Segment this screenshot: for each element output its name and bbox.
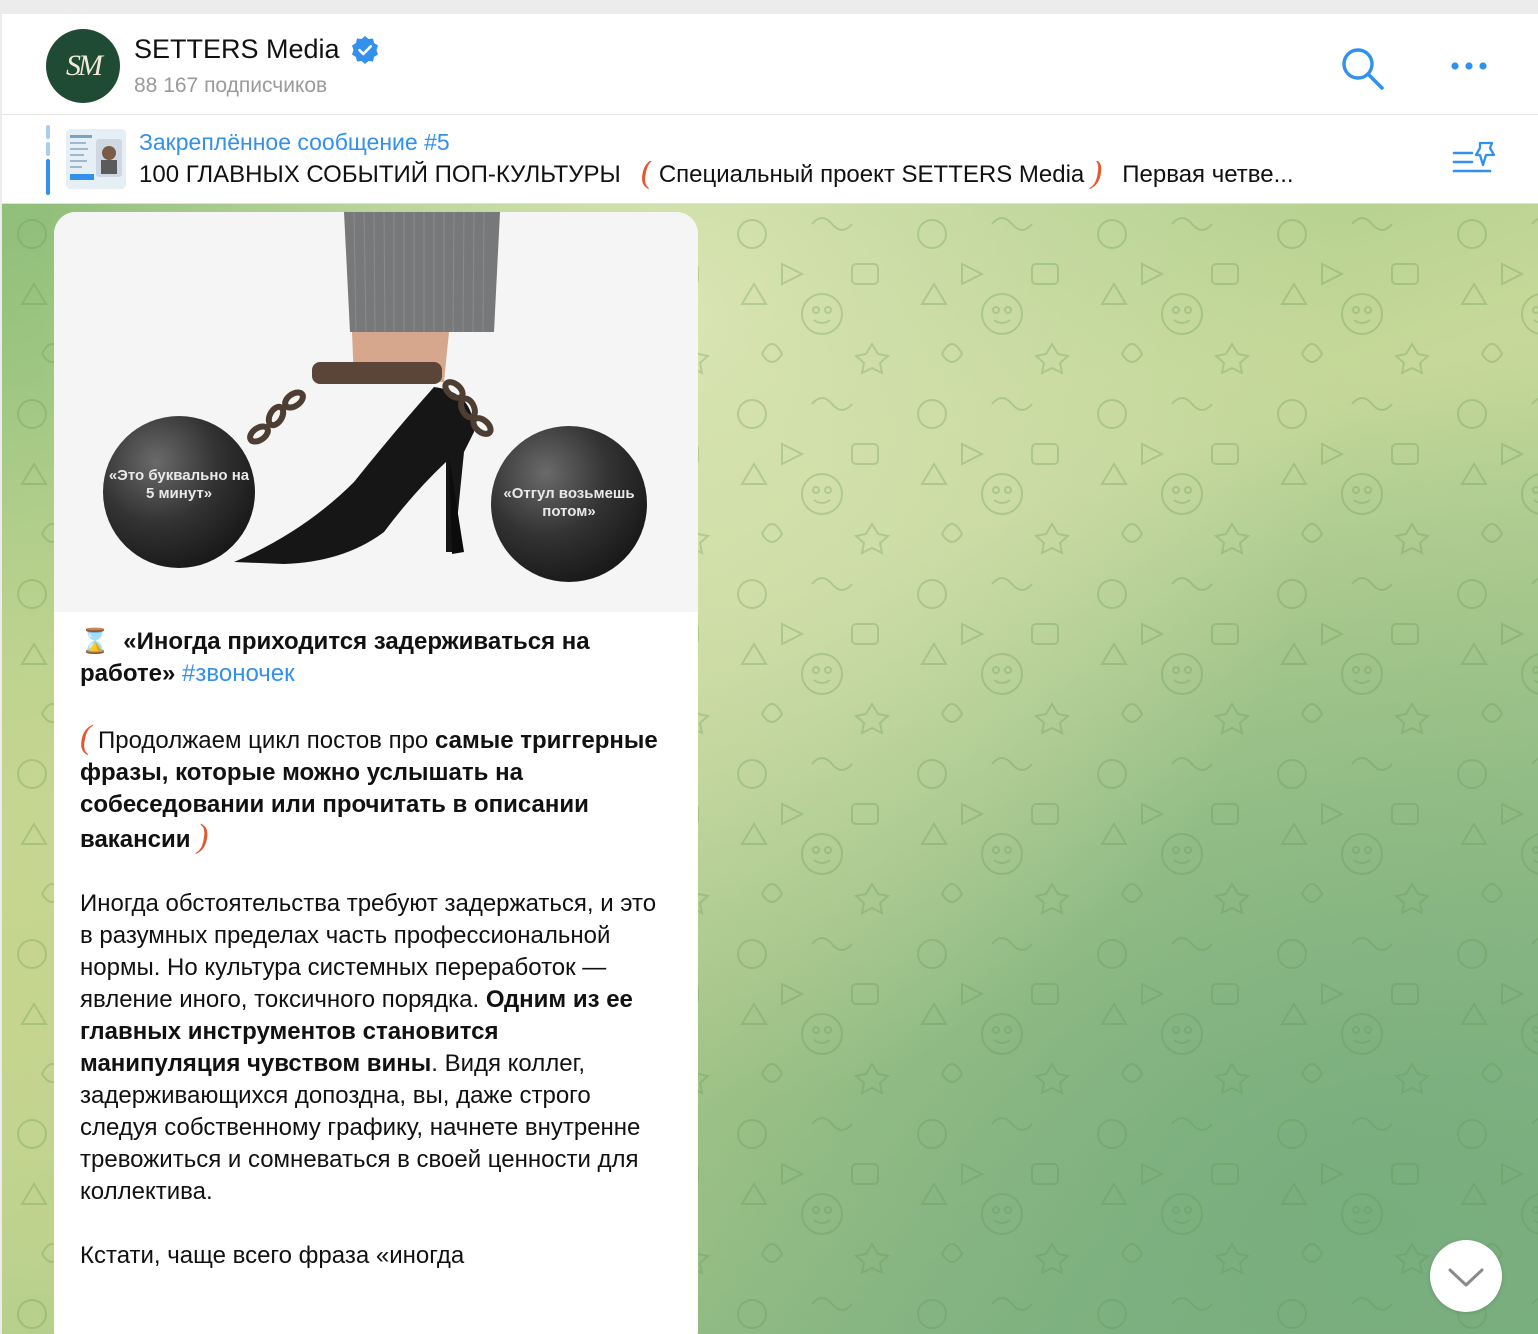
post-headline-paragraph: ⌛ «Иногда приходится задерживаться на ра… xyxy=(80,626,665,690)
channel-avatar[interactable]: SM xyxy=(46,29,120,103)
pinned-bracket-close: ) xyxy=(1090,161,1103,189)
telegram-window: SM SETTERS Media 88 167 подписчиков Закр… xyxy=(2,14,1538,1334)
search-icon[interactable] xyxy=(1338,44,1386,92)
p3-text: Кстати, чаще всего фраза «иногда xyxy=(80,1242,465,1269)
scroll-down-button[interactable] xyxy=(1430,1240,1502,1312)
deco-bracket-open: ( xyxy=(80,719,92,756)
post-image[interactable]: «Это буквально на 5 минут» «Отгул возьме… xyxy=(54,212,698,612)
subscriber-count: 88 167 подписчиков xyxy=(134,74,328,97)
pinned-text-part1: 100 ГЛАВНЫХ СОБЫТИЙ ПОП-КУЛЬТУРЫ xyxy=(139,161,621,188)
p1-prefix: Продолжаем цикл постов про xyxy=(98,727,435,754)
hourglass-icon: ⌛ xyxy=(80,628,110,655)
pinned-list-icon[interactable] xyxy=(1450,139,1498,181)
chat-area[interactable]: «Это буквально на 5 минут» «Отгул возьме… xyxy=(2,204,1538,1334)
post-headline: «Иногда приходится задерживаться на рабо… xyxy=(80,628,590,687)
post-text: ⌛ «Иногда приходится задерживаться на ра… xyxy=(80,626,665,1304)
ball-left-text: «Это буквально на 5 минут» xyxy=(108,467,250,502)
pinned-text-part2: Специальный проект SETTERS Media xyxy=(658,161,1085,188)
channel-name[interactable]: SETTERS Media xyxy=(134,34,340,65)
pinned-message-bar[interactable]: Закреплённое сообщение #5 100 ГЛАВНЫХ СО… xyxy=(2,115,1538,204)
verified-badge-icon xyxy=(352,36,378,64)
pinned-text: 100 ГЛАВНЫХ СОБЫТИЙ ПОП-КУЛЬТУРЫ ( Специ… xyxy=(139,161,1429,189)
channel-post[interactable]: «Это буквально на 5 минут» «Отгул возьме… xyxy=(54,212,698,1334)
chat-header: SM SETTERS Media 88 167 подписчиков xyxy=(2,14,1538,115)
deco-bracket-close: ) xyxy=(197,818,209,855)
pinned-thumbnail xyxy=(66,129,126,189)
pinned-text-part3: Первая четве... xyxy=(1122,161,1294,188)
pinned-title: Закреплённое сообщение #5 xyxy=(139,129,450,155)
post-paragraph-1: ( Продолжаем цикл постов про самые тригг… xyxy=(80,719,665,856)
post-paragraph-3: Кстати, чаще всего фраза «иногда xyxy=(80,1240,665,1272)
chevron-down-icon xyxy=(1448,1268,1484,1287)
pinned-bracket-open: ( xyxy=(640,161,653,189)
pinned-indicator xyxy=(46,125,50,195)
post-paragraph-2: Иногда обстоятельства требуют задержатьс… xyxy=(80,888,665,1208)
ball-right-text: «Отгул возьмешь потом» xyxy=(503,485,635,520)
hashtag-link[interactable]: #звоночек xyxy=(182,660,295,687)
more-dots-icon[interactable] xyxy=(1446,52,1492,80)
